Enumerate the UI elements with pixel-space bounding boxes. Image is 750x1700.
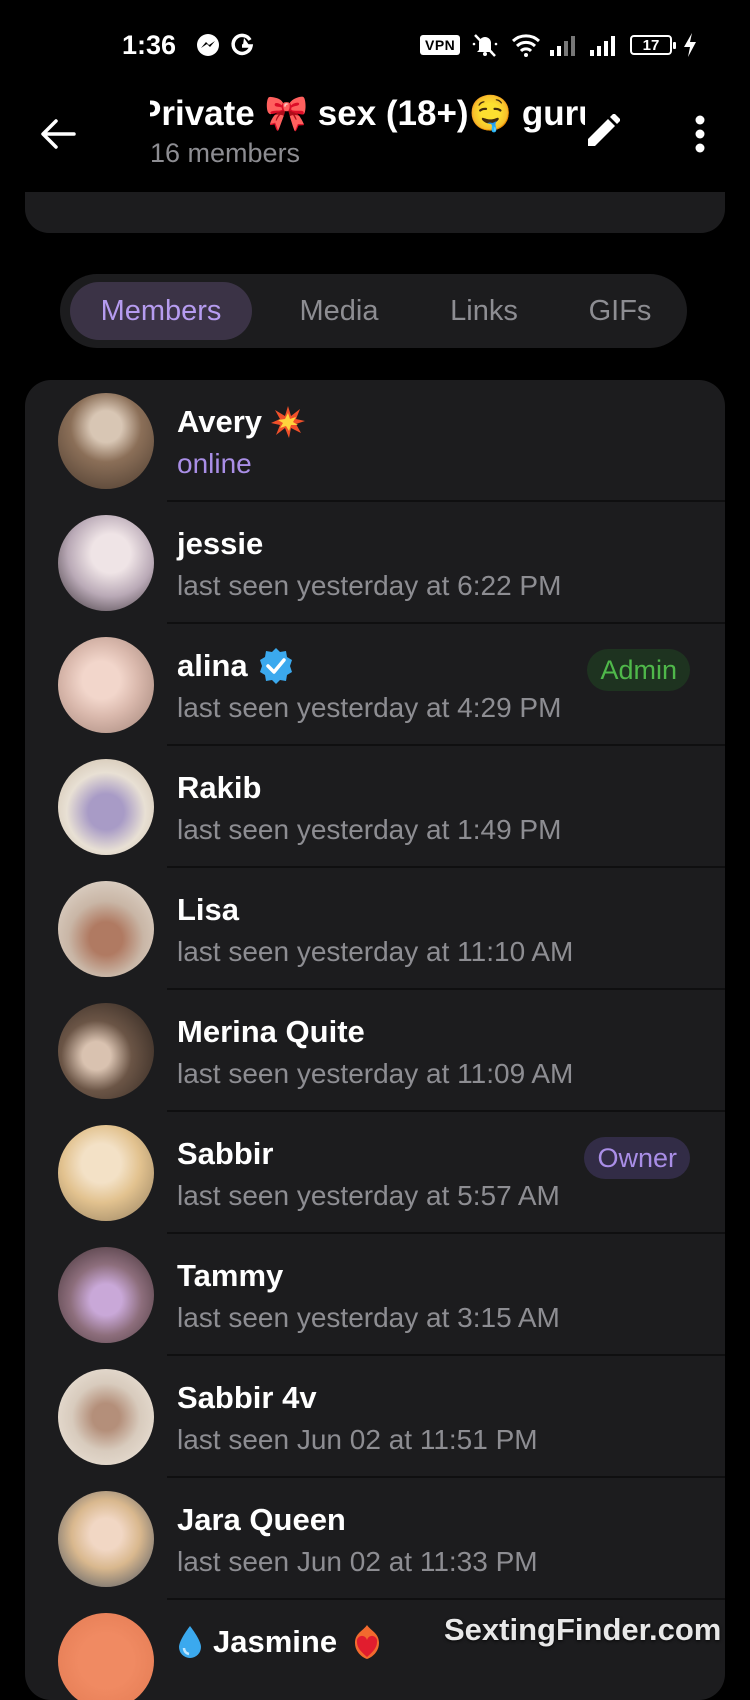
avatar <box>58 1125 154 1221</box>
member-row[interactable]: Sabbir 4v last seen Jun 02 at 11:51 PM <box>25 1356 725 1478</box>
member-status: last seen yesterday at 1:49 PM <box>177 814 562 845</box>
member-row[interactable]: Avery online <box>25 380 725 502</box>
heart-on-fire-icon <box>349 1623 385 1661</box>
member-name: alina <box>177 648 248 683</box>
member-status: online <box>177 448 252 479</box>
watermark: SextingFinder.com <box>444 1612 722 1647</box>
section-tabs: Members Media Links GIFs <box>60 274 687 348</box>
signal-icon <box>548 32 580 58</box>
member-name: Rakib <box>177 770 262 805</box>
member-status: last seen yesterday at 5:57 AM <box>177 1180 560 1211</box>
member-count: 16 members <box>150 138 301 168</box>
back-button[interactable] <box>30 106 86 162</box>
member-name: jessie <box>177 526 264 561</box>
avatar <box>58 393 154 489</box>
app-header: Private 🎀 sex (18+)🤤 guru 16 members <box>0 92 750 192</box>
avatar <box>58 1369 154 1465</box>
charging-icon <box>682 32 698 58</box>
member-row[interactable]: Rakib last seen yesterday at 1:49 PM <box>25 746 725 868</box>
signal-icon <box>588 32 620 58</box>
droplet-icon <box>177 1624 203 1660</box>
member-row[interactable]: Sabbir last seen yesterday at 5:57 AM Ow… <box>25 1112 725 1234</box>
member-name: Avery <box>177 404 263 439</box>
member-row[interactable]: Tammy last seen yesterday at 3:15 AM <box>25 1234 725 1356</box>
collision-icon <box>270 405 306 439</box>
member-status: last seen Jun 02 at 11:33 PM <box>177 1546 538 1577</box>
member-status: last seen yesterday at 4:29 PM <box>177 692 562 723</box>
status-bar: 1:36 VPN 17 <box>0 0 750 92</box>
battery-icon: 17 <box>630 35 676 55</box>
members-list: Avery online jessie last seen yesterday … <box>25 380 725 1700</box>
tab-gifs[interactable]: GIFs <box>560 282 680 340</box>
member-name: Sabbir 4v <box>177 1380 317 1415</box>
tab-members[interactable]: Members <box>70 282 252 340</box>
member-row[interactable]: Lisa last seen yesterday at 11:10 AM <box>25 868 725 990</box>
more-options-button[interactable] <box>680 108 720 160</box>
more-vertical-icon <box>695 115 705 153</box>
back-arrow-icon <box>41 119 76 149</box>
vpn-icon: VPN <box>420 35 461 55</box>
avatar <box>58 515 154 611</box>
admin-badge: Admin <box>587 649 690 691</box>
owner-badge: Owner <box>584 1137 690 1179</box>
avatar <box>58 1491 154 1587</box>
mute-icon <box>470 32 500 58</box>
tab-media[interactable]: Media <box>268 282 410 340</box>
edit-pencil-icon <box>588 114 620 146</box>
avatar <box>58 1613 154 1700</box>
g-app-icon <box>228 32 256 58</box>
avatar <box>58 637 154 733</box>
member-name: Merina Quite <box>177 1014 365 1049</box>
avatar <box>58 881 154 977</box>
avatar <box>58 759 154 855</box>
member-status: last seen yesterday at 3:15 AM <box>177 1302 560 1333</box>
member-status: last seen Jun 02 at 11:51 PM <box>177 1424 538 1455</box>
member-name: Tammy <box>177 1258 284 1293</box>
group-title: Private 🎀 sex (18+)🤤 guru <box>150 94 585 133</box>
messenger-icon <box>195 32 221 58</box>
title-area[interactable]: Private 🎀 sex (18+)🤤 guru 16 members <box>150 92 585 192</box>
member-row[interactable]: alina last seen yesterday at 4:29 PM Adm… <box>25 624 725 746</box>
member-row[interactable]: Jara Queen last seen Jun 02 at 11:33 PM <box>25 1478 725 1600</box>
status-time: 1:36 <box>122 30 177 60</box>
member-row[interactable]: jessie last seen yesterday at 6:22 PM <box>25 502 725 624</box>
edit-button[interactable] <box>578 108 626 156</box>
avatar <box>58 1247 154 1343</box>
member-name: Jasmine <box>213 1624 338 1659</box>
avatar <box>58 1003 154 1099</box>
member-row[interactable]: Merina Quite last seen yesterday at 11:0… <box>25 990 725 1112</box>
member-status: last seen yesterday at 11:09 AM <box>177 1058 574 1089</box>
member-status: last seen yesterday at 6:22 PM <box>177 570 562 601</box>
verified-icon <box>256 646 296 686</box>
member-name: Jara Queen <box>177 1502 346 1537</box>
wifi-icon <box>510 32 542 58</box>
member-name: Lisa <box>177 892 240 927</box>
tab-links[interactable]: Links <box>420 282 548 340</box>
member-status: last seen yesterday at 11:10 AM <box>177 936 574 967</box>
member-name: Sabbir <box>177 1136 274 1171</box>
